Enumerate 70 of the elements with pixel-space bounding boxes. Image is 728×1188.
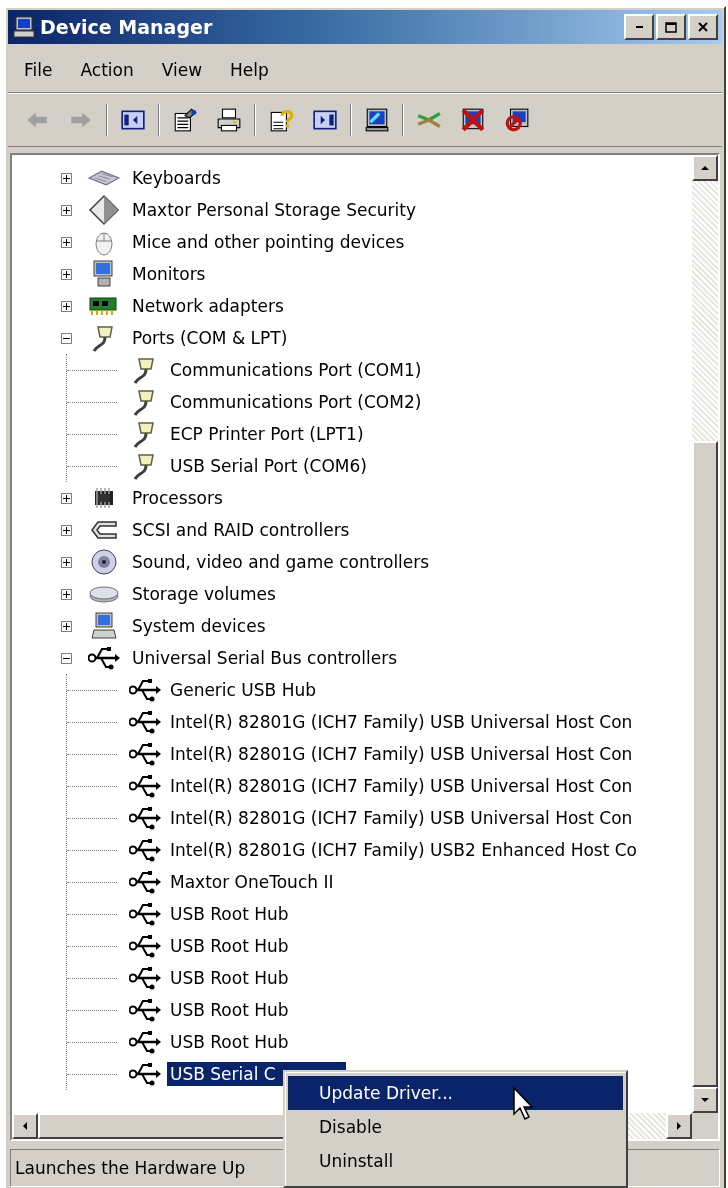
- menu-item[interactable]: File: [16, 58, 61, 82]
- tree-item[interactable]: USB Root Hub: [167, 1030, 292, 1054]
- menu-item[interactable]: Help: [222, 58, 277, 82]
- up-arrow-icon: [701, 166, 709, 170]
- maximize-icon: [665, 21, 677, 33]
- minimize-icon: [635, 26, 643, 28]
- close-icon: [698, 22, 708, 32]
- tree-item[interactable]: Keyboards: [129, 166, 224, 190]
- expand-icon[interactable]: [60, 268, 72, 280]
- scrollbar-corner: [692, 1113, 718, 1139]
- right-arrow-icon: [677, 1122, 681, 1130]
- tree-item[interactable]: Intel(R) 82801G (ICH7 Family) USB2 Enhanced Host Co: [167, 838, 640, 862]
- tree-item[interactable]: Monitors: [129, 262, 209, 286]
- expand-icon[interactable]: [60, 524, 72, 536]
- down-arrow-icon: [701, 1098, 709, 1102]
- tree-item[interactable]: Sound, video and game controllers: [129, 550, 433, 574]
- scroll-up-button[interactable]: [692, 155, 718, 181]
- menu-item[interactable]: View: [153, 58, 211, 82]
- menu-item[interactable]: Uninstall: [288, 1144, 623, 1178]
- scroll-down-button[interactable]: [692, 1087, 718, 1113]
- scroll-thumb[interactable]: [692, 441, 718, 1087]
- scroll-right-button[interactable]: [666, 1113, 692, 1139]
- expand-icon[interactable]: [60, 204, 72, 216]
- tree-item[interactable]: Maxtor OneTouch II: [167, 870, 337, 894]
- speaker-icon: [88, 546, 120, 578]
- computer-icon: [12, 15, 36, 39]
- tree-item[interactable]: Processors: [129, 486, 226, 510]
- tree-item[interactable]: Universal Serial Bus controllers: [129, 646, 400, 670]
- tree-item[interactable]: Intel(R) 82801G (ICH7 Family) USB Universal Host Con: [167, 710, 636, 734]
- tree-item[interactable]: USB Serial Port (COM6): [167, 454, 370, 478]
- menu-item[interactable]: Update Driver...: [288, 1076, 623, 1110]
- expand-icon[interactable]: [60, 588, 72, 600]
- tree-item[interactable]: USB Root Hub: [167, 998, 292, 1022]
- left-arrow-icon: [23, 1122, 27, 1130]
- menu-item[interactable]: Action: [72, 58, 142, 82]
- menu-item[interactable]: Disable: [288, 1110, 623, 1144]
- expand-icon[interactable]: [60, 492, 72, 504]
- minimize-button[interactable]: [624, 14, 654, 40]
- computer-icon: [88, 610, 120, 642]
- tree-item[interactable]: Communications Port (COM2): [167, 390, 425, 414]
- diamond-icon: [88, 194, 120, 226]
- tree-item[interactable]: Maxtor Personal Storage Security: [129, 198, 419, 222]
- scroll-left-button[interactable]: [12, 1113, 38, 1139]
- expand-icon[interactable]: [60, 300, 72, 312]
- status-text: Launches the Hardware Up: [15, 1158, 246, 1178]
- expand-icon[interactable]: [60, 556, 72, 568]
- close-button[interactable]: [688, 14, 718, 40]
- tree-item[interactable]: SCSI and RAID controllers: [129, 518, 353, 542]
- maximize-button[interactable]: [656, 14, 686, 40]
- window-title: Device Manager: [40, 16, 214, 38]
- collapse-icon[interactable]: [60, 652, 72, 664]
- tree-item[interactable]: Communications Port (COM1): [167, 358, 425, 382]
- expand-icon[interactable]: [60, 620, 72, 632]
- tree-item[interactable]: Storage volumes: [129, 582, 279, 606]
- expand-icon[interactable]: [60, 172, 72, 184]
- keyboard-icon: [88, 170, 120, 186]
- tree-item[interactable]: ECP Printer Port (LPT1): [167, 422, 367, 446]
- collapse-icon[interactable]: [60, 332, 72, 344]
- tree-item[interactable]: USB Root Hub: [167, 902, 292, 926]
- tree-item[interactable]: Generic USB Hub: [167, 678, 319, 702]
- tree-item[interactable]: Intel(R) 82801G (ICH7 Family) USB Universal Host Con: [167, 742, 636, 766]
- tree-item[interactable]: Network adapters: [129, 294, 287, 318]
- expand-icon[interactable]: [60, 236, 72, 248]
- tree-item[interactable]: USB Root Hub: [167, 966, 292, 990]
- tree-item[interactable]: USB Root Hub: [167, 934, 292, 958]
- tree-item[interactable]: Intel(R) 82801G (ICH7 Family) USB Universal Host Con: [167, 774, 636, 798]
- tree-item[interactable]: Intel(R) 82801G (ICH7 Family) USB Universal Host Con: [167, 806, 636, 830]
- tree-item[interactable]: Ports (COM & LPT): [129, 326, 291, 350]
- tree-item[interactable]: System devices: [129, 614, 269, 638]
- tree-item[interactable]: Mice and other pointing devices: [129, 230, 408, 254]
